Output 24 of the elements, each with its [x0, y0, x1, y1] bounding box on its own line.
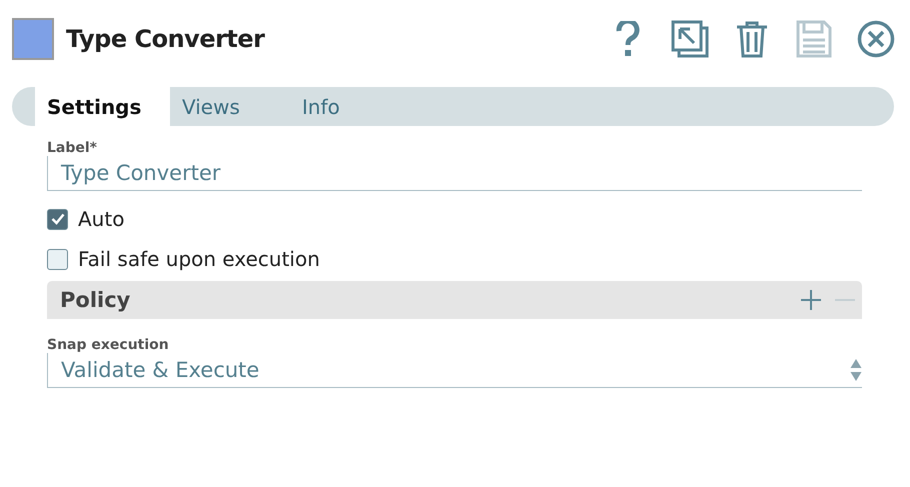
checkmark-icon	[50, 213, 64, 225]
sort-arrows-icon	[850, 358, 862, 382]
checkbox[interactable]	[47, 208, 68, 230]
field-label: Label*	[47, 140, 98, 156]
tab[interactable]: Info	[290, 87, 410, 126]
tab[interactable]: Settings	[35, 87, 170, 126]
close-icon	[857, 20, 895, 58]
minus-icon	[834, 299, 856, 301]
section-title: Policy	[60, 288, 132, 312]
trash-icon	[735, 20, 769, 58]
checkbox-label: Fail safe upon execution	[78, 247, 320, 271]
field-label: Snap execution	[47, 337, 170, 353]
tab[interactable]: Views	[170, 87, 290, 126]
label-input-field[interactable]: Type Converter	[47, 156, 862, 191]
snap-execution-select[interactable]: Validate & Execute	[47, 353, 862, 388]
checkbox[interactable]	[47, 248, 68, 270]
help-icon	[616, 21, 640, 57]
save-icon	[796, 20, 832, 58]
close-button[interactable]	[856, 19, 896, 59]
window-title: Type Converter	[66, 25, 266, 53]
expand-button[interactable]	[670, 19, 710, 59]
plus-icon	[800, 289, 822, 311]
checkbox-label: Auto	[78, 207, 124, 231]
expand-icon	[671, 20, 709, 58]
